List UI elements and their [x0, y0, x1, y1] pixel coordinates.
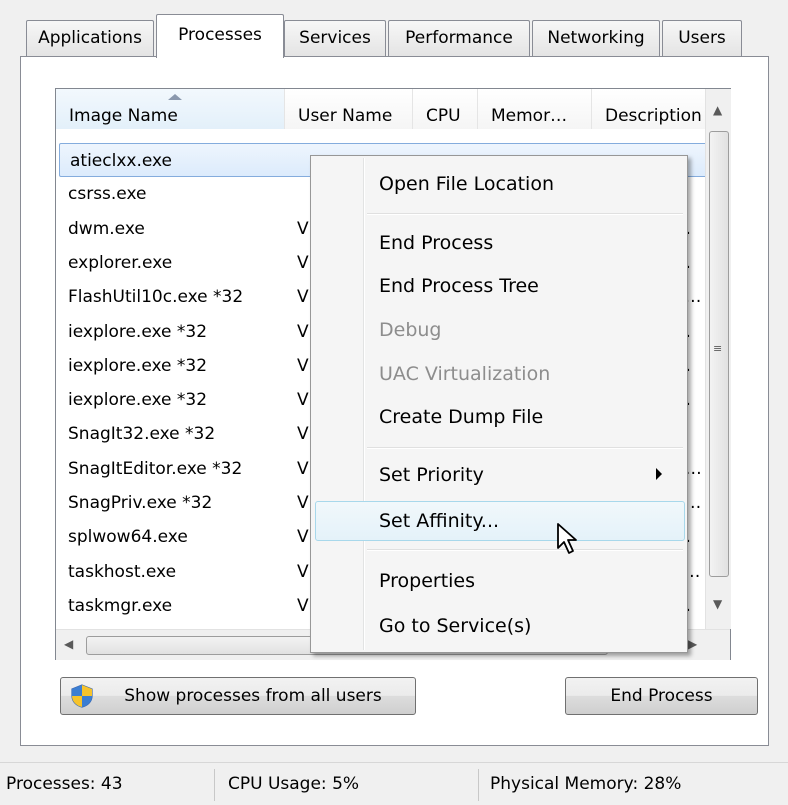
menu-item-open-file-location[interactable]: Open File Location — [379, 166, 554, 202]
cell-image-name: csrss.exe — [68, 184, 147, 205]
scroll-left-icon[interactable]: ◀ — [64, 637, 73, 651]
cell-image-name: iexplore.exe *32 — [68, 355, 208, 376]
status-divider — [478, 769, 479, 801]
menu-highlight — [315, 501, 685, 541]
status-processes: Processes: 43 — [6, 774, 123, 794]
cell-image-name: taskhost.exe — [68, 561, 177, 582]
status-cpu-usage: CPU Usage: 5% — [228, 774, 360, 794]
cell-image-name: SnagIt32.exe *32 — [68, 424, 216, 445]
mouse-pointer-icon — [557, 523, 577, 554]
process-context-menu: Open File Location End Process End Proce… — [310, 155, 688, 653]
sort-ascending-icon — [168, 94, 182, 100]
menu-item-create-dump-file[interactable]: Create Dump File — [379, 399, 543, 435]
menu-separator — [367, 447, 683, 449]
menu-item-go-to-services[interactable]: Go to Service(s) — [379, 608, 531, 644]
cell-image-name: atieclxx.exe — [70, 151, 173, 171]
menu-item-end-process[interactable]: End Process — [379, 225, 493, 261]
show-all-users-label: Show processes from all users — [124, 686, 382, 706]
menu-separator — [367, 213, 683, 215]
column-label: CPU — [426, 106, 461, 126]
tab-services[interactable]: Services — [284, 20, 386, 56]
tab-processes[interactable]: Processes — [156, 14, 284, 58]
menu-item-end-process-tree[interactable]: End Process Tree — [379, 268, 539, 304]
column-cpu[interactable]: CPU — [413, 89, 478, 129]
column-image-name[interactable]: Image Name — [56, 89, 285, 129]
tab-networking[interactable]: Networking — [532, 20, 660, 56]
column-description[interactable]: Description — [592, 89, 706, 129]
column-label: User Name — [298, 106, 393, 126]
vertical-scrollbar[interactable]: ▲ ≡ ▼ — [705, 89, 731, 629]
menu-gutter — [363, 158, 365, 650]
scroll-up-icon[interactable]: ▲ — [713, 103, 722, 117]
status-bar: Processes: 43 CPU Usage: 5% Physical Mem… — [0, 762, 788, 805]
column-label: Image Name — [69, 106, 178, 126]
cell-image-name: SnagPriv.exe *32 — [68, 493, 213, 513]
tab-users[interactable]: Users — [662, 20, 742, 56]
menu-item-properties[interactable]: Properties — [379, 563, 475, 599]
column-memory[interactable]: Memor… — [478, 89, 592, 129]
submenu-arrow-icon — [656, 468, 662, 480]
column-label: Description — [605, 106, 702, 126]
menu-item-debug: Debug — [379, 319, 442, 341]
menu-separator — [367, 549, 683, 551]
vertical-scroll-thumb[interactable]: ≡ — [709, 131, 729, 577]
grip-icon: ≡ — [713, 342, 723, 355]
cell-image-name: explorer.exe — [68, 252, 173, 273]
scroll-right-icon[interactable]: ▶ — [688, 637, 697, 651]
tab-performance[interactable]: Performance — [388, 20, 530, 56]
status-physical-memory: Physical Memory: 28% — [490, 774, 682, 794]
menu-item-set-affinity[interactable]: Set Affinity... — [379, 503, 499, 539]
menu-item-uac-virtualization: UAC Virtualization — [379, 363, 551, 385]
column-header-row: Image Name User Name CPU Memor… Descript… — [56, 89, 706, 129]
scroll-down-icon[interactable]: ▼ — [713, 597, 722, 611]
cell-image-name: iexplore.exe *32 — [68, 390, 208, 411]
cell-image-name: FlashUtil10c.exe *32 — [68, 287, 244, 308]
cell-image-name: splwow64.exe — [68, 527, 188, 548]
cell-image-name: iexplore.exe *32 — [68, 321, 208, 342]
cell-image-name: taskmgr.exe — [68, 595, 173, 616]
cell-image-name: dwm.exe — [68, 218, 145, 239]
show-all-users-button[interactable]: Show processes from all users — [60, 677, 416, 715]
cell-image-name: SnagItEditor.exe *32 — [68, 458, 243, 479]
column-label: Memor… — [491, 106, 568, 126]
status-divider — [214, 769, 215, 801]
tab-applications[interactable]: Applications — [26, 20, 154, 56]
uac-shield-icon — [71, 684, 93, 708]
end-process-button[interactable]: End Process — [565, 677, 758, 715]
menu-item-set-priority[interactable]: Set Priority — [379, 457, 484, 493]
column-user-name[interactable]: User Name — [285, 89, 413, 129]
